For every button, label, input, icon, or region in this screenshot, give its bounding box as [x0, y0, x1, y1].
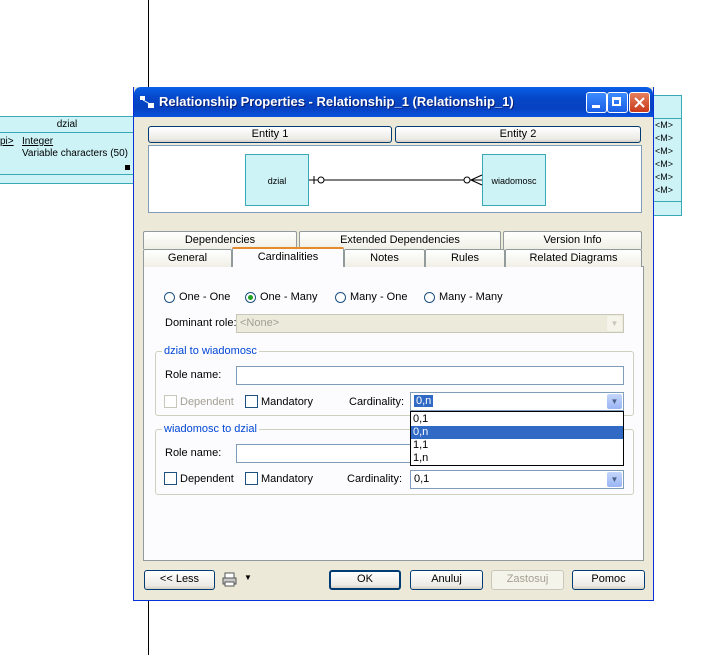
group1-cardinality-select[interactable]: 0,n ▼	[410, 392, 624, 411]
printer-icon	[222, 572, 237, 587]
group2-title: wiadomosc to dzial	[162, 423, 259, 435]
pi-tag: pi>	[0, 136, 14, 147]
group2-cardinality-select[interactable]: 0,1 ▼	[410, 470, 624, 489]
group1-mandatory-label: Mandatory	[261, 396, 313, 408]
group1-dependent-label: Dependent	[180, 396, 234, 408]
ok-button[interactable]: OK	[329, 570, 401, 590]
group2-cardinality-label: Cardinality:	[347, 473, 403, 485]
close-icon	[634, 97, 645, 108]
tab-related-diagrams[interactable]: Related Diagrams	[505, 249, 642, 267]
dropdown-option[interactable]: 1,n	[411, 452, 623, 465]
radio-one-one[interactable]	[164, 292, 175, 303]
chevron-down-icon: ▼	[607, 394, 622, 409]
attr-type-varchar: Variable characters (50)	[22, 148, 128, 159]
radio-label-one-many: One - Many	[260, 291, 318, 303]
group2-cardinality-value: 0,1	[414, 473, 430, 485]
dominant-role-value: <None>	[240, 317, 280, 329]
tab-notes[interactable]: Notes	[344, 249, 425, 267]
resize-handle[interactable]	[125, 165, 130, 170]
group1-cardinality-value: 0,n	[414, 395, 434, 407]
group1-cardinality-label: Cardinality:	[349, 396, 405, 408]
title-bar[interactable]: Relationship Properties - Relationship_1…	[134, 87, 653, 117]
radio-one-many[interactable]	[245, 292, 256, 303]
group2-dependent-label: Dependent	[180, 473, 234, 485]
group2-mandatory-label: Mandatory	[261, 473, 313, 485]
entity2-button[interactable]: Entity 2	[395, 126, 641, 143]
entity-attributes: pi> Integer Variable characters (50)	[0, 134, 134, 175]
entity1-button[interactable]: Entity 1	[148, 126, 392, 143]
mandatory-tag: <M>	[655, 185, 674, 195]
group1-title: dzial to wiadomosc	[162, 345, 259, 357]
maximize-button[interactable]	[607, 92, 628, 113]
dominant-role-select[interactable]: <None> ▼	[236, 314, 624, 333]
group1-role-name-label: Role name:	[165, 369, 222, 381]
less-button[interactable]: << Less	[144, 570, 215, 590]
group2-role-name-label: Role name:	[165, 447, 222, 459]
mandatory-tag: <M>	[655, 172, 674, 182]
print-menu-button[interactable]: ▼	[222, 572, 254, 588]
maximize-icon	[612, 97, 621, 106]
radio-selected-dot	[248, 295, 253, 300]
chevron-down-icon: ▼	[607, 472, 622, 487]
radio-label-one-one: One - One	[179, 291, 231, 303]
close-button[interactable]	[629, 92, 650, 113]
dropdown-option[interactable]: 0,1	[411, 413, 623, 426]
dominant-role-label: Dominant role:	[165, 317, 237, 329]
cancel-button[interactable]: Anuluj	[410, 570, 483, 590]
mandatory-tag: <M>	[655, 133, 674, 143]
tab-rules[interactable]: Rules	[425, 249, 505, 267]
mandatory-tag: <M>	[655, 120, 674, 130]
minimize-button[interactable]	[586, 92, 607, 113]
group2-dependent-checkbox[interactable]	[164, 472, 177, 485]
radio-many-one[interactable]	[335, 292, 346, 303]
apply-button[interactable]: Zastosuj	[491, 570, 564, 590]
mandatory-tag: <M>	[655, 146, 674, 156]
attr-type-integer: Integer	[22, 136, 54, 147]
relationship-preview: dzial wiadomosc	[148, 145, 642, 213]
tab-cardinalities[interactable]: Cardinalities	[232, 247, 344, 267]
radio-many-many[interactable]	[424, 292, 435, 303]
tab-version-info[interactable]: Version Info	[503, 231, 642, 249]
group1-mandatory-checkbox[interactable]	[245, 395, 258, 408]
minimize-icon	[592, 105, 600, 108]
cardinality-dropdown-list: 0,1 0,n 1,1 1,n	[410, 411, 624, 466]
entity-name: dzial	[0, 117, 134, 133]
help-button[interactable]: Pomoc	[572, 570, 645, 590]
mandatory-tag: <M>	[655, 159, 674, 169]
dropdown-option[interactable]: 1,1	[411, 439, 623, 452]
group1-dependent-checkbox[interactable]	[164, 395, 177, 408]
relationship-app-icon	[140, 96, 154, 108]
relationship-line	[309, 174, 483, 186]
window-title: Relationship Properties - Relationship_1…	[159, 94, 514, 109]
chevron-down-icon: ▼	[607, 316, 622, 331]
radio-label-many-one: Many - One	[350, 291, 408, 303]
tab-general[interactable]: General	[143, 249, 232, 267]
chevron-down-icon: ▼	[244, 573, 252, 582]
group2-mandatory-checkbox[interactable]	[245, 472, 258, 485]
entity-dzial-canvas[interactable]: dzial pi> Integer Variable characters (5…	[0, 116, 135, 184]
dropdown-option-highlighted[interactable]: 0,n	[411, 426, 623, 439]
radio-label-many-many: Many - Many	[439, 291, 503, 303]
group1-role-name-input[interactable]	[236, 366, 624, 385]
